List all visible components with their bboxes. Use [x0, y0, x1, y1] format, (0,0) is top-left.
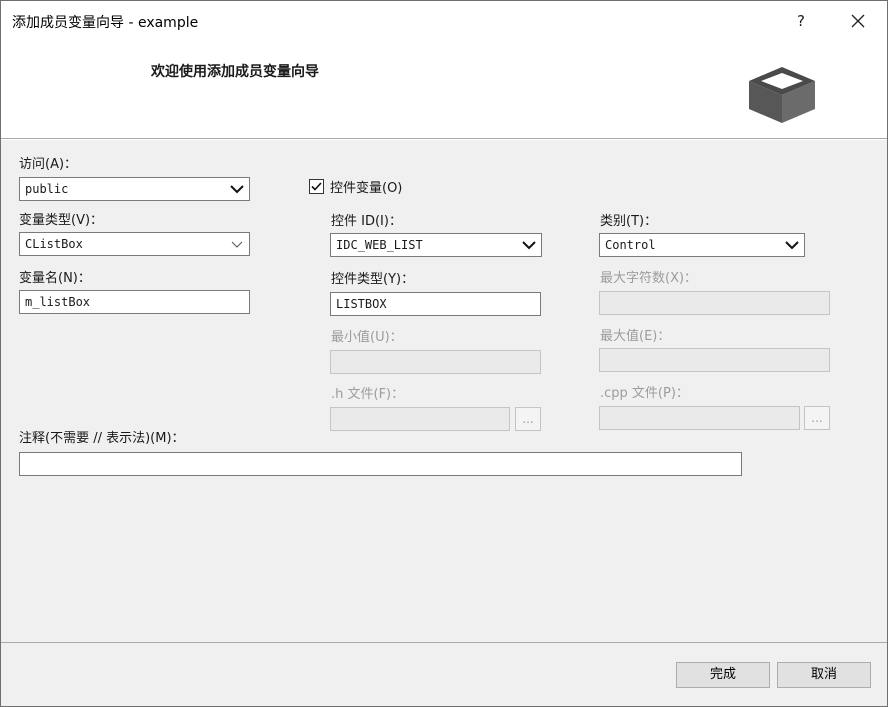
max-value-label: 最大值(E)：: [600, 329, 671, 344]
var-name-value: m_listBox: [25, 295, 91, 309]
control-id-combo[interactable]: IDC_WEB_LIST: [330, 233, 542, 257]
var-type-combo[interactable]: CListBox: [19, 232, 250, 256]
access-label: 访问(A)：: [19, 157, 78, 172]
access-combo[interactable]: public: [19, 177, 250, 201]
min-value-input: [330, 350, 541, 374]
category-label: 类别(T)：: [600, 214, 658, 229]
max-value-input: [599, 348, 830, 372]
banner-heading: 欢迎使用添加成员变量向导: [151, 64, 319, 80]
cpp-file-label: .cpp 文件(P)：: [600, 386, 689, 401]
comment-input[interactable]: [19, 452, 742, 476]
box-icon: [749, 67, 815, 123]
wizard-banner: 欢迎使用添加成员变量向导: [1, 41, 887, 139]
var-type-value: CListBox: [25, 237, 83, 251]
chevron-down-icon: [785, 241, 799, 250]
dialog-footer: 完成 取消: [1, 642, 887, 706]
window-title: 添加成员变量向导 - example: [12, 15, 199, 31]
control-type-value: LISTBOX: [336, 297, 387, 311]
category-combo[interactable]: Control: [599, 233, 805, 257]
max-chars-input: [599, 291, 830, 315]
h-file-input: [330, 407, 510, 431]
chevron-down-icon: [231, 241, 243, 248]
cpp-file-input: [599, 406, 800, 430]
control-type-label: 控件类型(Y)：: [331, 272, 415, 287]
chevron-down-icon: [522, 241, 536, 250]
chevron-down-icon: [230, 185, 244, 194]
control-id-value: IDC_WEB_LIST: [336, 238, 423, 252]
h-file-label: .h 文件(F)：: [331, 387, 405, 402]
var-name-label: 变量名(N)：: [19, 271, 91, 286]
h-file-browse-button: ...: [515, 407, 541, 431]
comment-label: 注释(不需要 // 表示法)(M)：: [19, 431, 185, 446]
finish-button[interactable]: 完成: [676, 662, 770, 688]
var-name-input[interactable]: m_listBox: [19, 290, 250, 314]
title-bar: 添加成员变量向导 - example ?: [1, 1, 887, 41]
min-value-label: 最小值(U)：: [331, 330, 403, 345]
access-value: public: [25, 182, 69, 196]
wizard-dialog: 添加成员变量向导 - example ? 欢迎使用添加成员变量向导 访问(A)：…: [0, 0, 888, 707]
max-chars-label: 最大字符数(X)：: [600, 271, 698, 286]
control-type-input[interactable]: LISTBOX: [330, 292, 541, 316]
checkmark-icon: [311, 182, 322, 191]
var-type-label: 变量类型(V)：: [19, 213, 104, 228]
help-button[interactable]: ?: [789, 9, 813, 33]
category-value: Control: [605, 238, 656, 252]
form-area: 访问(A)： public 变量类型(V)： CListBox 变量名(N)： …: [1, 140, 887, 642]
cpp-file-browse-button: ...: [804, 406, 830, 430]
control-id-label: 控件 ID(I)：: [331, 214, 402, 229]
close-button[interactable]: [846, 9, 870, 33]
close-icon: [851, 14, 865, 28]
cancel-button[interactable]: 取消: [777, 662, 871, 688]
control-var-label[interactable]: 控件变量(O): [330, 177, 402, 196]
control-var-checkbox[interactable]: [309, 179, 324, 194]
